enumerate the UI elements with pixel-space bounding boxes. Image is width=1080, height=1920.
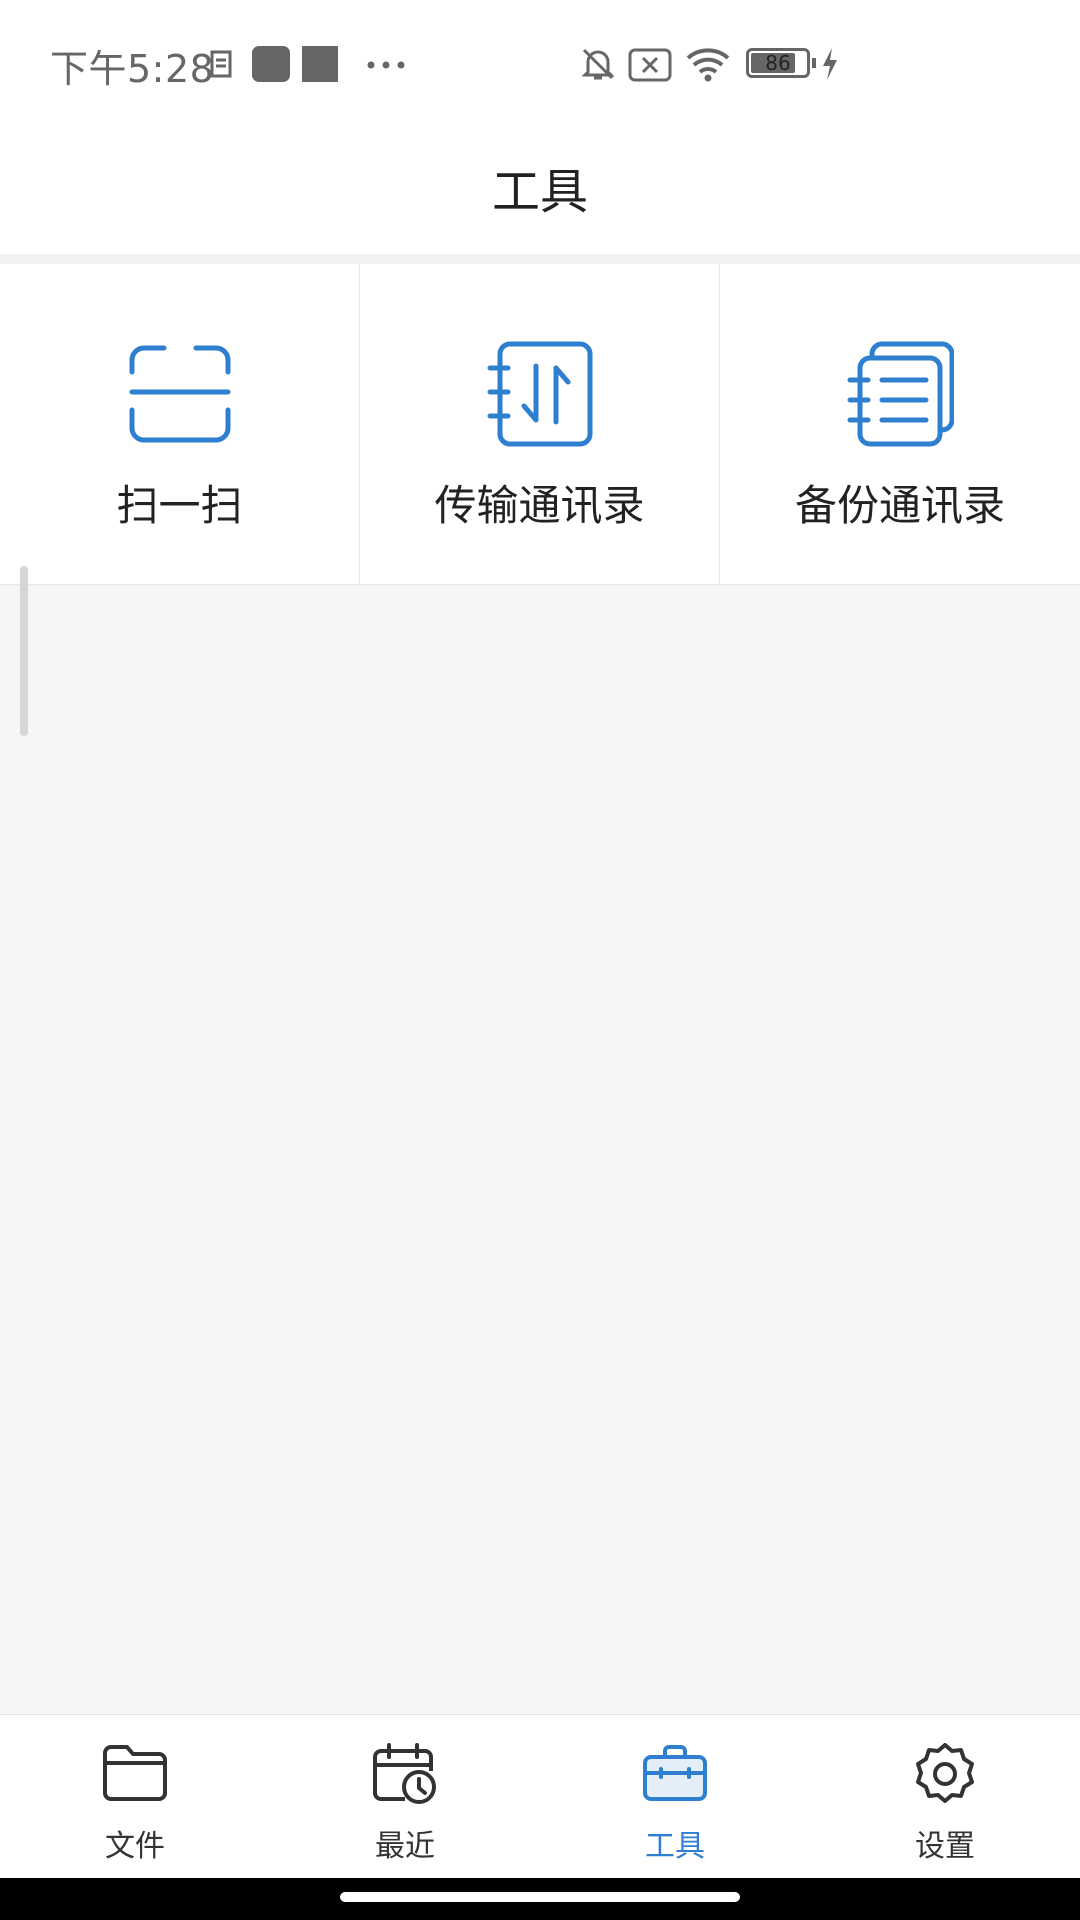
system-gesture-bar bbox=[0, 1878, 1080, 1920]
tool-backup-contacts[interactable]: 备份通讯录 bbox=[720, 264, 1080, 584]
nav-item-files[interactable]: 文件 bbox=[0, 1715, 270, 1879]
nav-item-tools[interactable]: 工具 bbox=[540, 1715, 810, 1879]
notification-square-icon bbox=[252, 46, 290, 82]
nav-label: 工具 bbox=[645, 1829, 705, 1864]
tool-label: 扫一扫 bbox=[116, 481, 243, 530]
scrollbar[interactable] bbox=[20, 566, 28, 736]
backup-contacts-icon bbox=[847, 341, 954, 447]
nav-label: 文件 bbox=[105, 1829, 165, 1864]
page-title: 工具 bbox=[491, 164, 588, 220]
divider bbox=[0, 254, 1080, 264]
nav-item-recent[interactable]: 最近 bbox=[270, 1715, 540, 1879]
transfer-contacts-icon bbox=[487, 341, 593, 447]
sim-x-icon bbox=[628, 48, 672, 82]
notification-square-icon bbox=[302, 46, 338, 82]
gear-icon bbox=[916, 1743, 974, 1803]
nav-item-settings[interactable]: 设置 bbox=[810, 1715, 1080, 1879]
app-header: 工具 bbox=[0, 128, 1080, 254]
status-time: 下午5:28 bbox=[50, 47, 215, 91]
scan-icon bbox=[129, 345, 231, 443]
more-dots-icon bbox=[367, 61, 405, 69]
tool-label: 备份通讯录 bbox=[794, 481, 1005, 530]
sim-icon bbox=[210, 50, 232, 78]
status-bar: 下午5:28 86 bbox=[0, 0, 1080, 128]
bottom-nav: 文件 最近 工具 设置 bbox=[0, 1714, 1080, 1879]
nav-label: 最近 bbox=[375, 1829, 435, 1864]
battery-icon: 86 bbox=[746, 48, 816, 78]
tool-label: 传输通讯录 bbox=[434, 481, 645, 530]
bell-muted-icon bbox=[581, 48, 615, 80]
toolbox-icon bbox=[643, 1745, 707, 1801]
charging-icon bbox=[823, 48, 837, 80]
wifi-icon bbox=[686, 48, 730, 82]
calendar-clock-icon bbox=[373, 1743, 436, 1804]
tools-grid: 扫一扫 传输通讯录 备份通讯录 bbox=[0, 264, 1080, 585]
folder-icon bbox=[103, 1745, 167, 1801]
battery-level: 86 bbox=[765, 51, 791, 75]
tool-scan[interactable]: 扫一扫 bbox=[0, 264, 360, 584]
home-indicator[interactable] bbox=[340, 1892, 740, 1902]
tool-transfer-contacts[interactable]: 传输通讯录 bbox=[360, 264, 720, 584]
nav-label: 设置 bbox=[915, 1829, 975, 1864]
